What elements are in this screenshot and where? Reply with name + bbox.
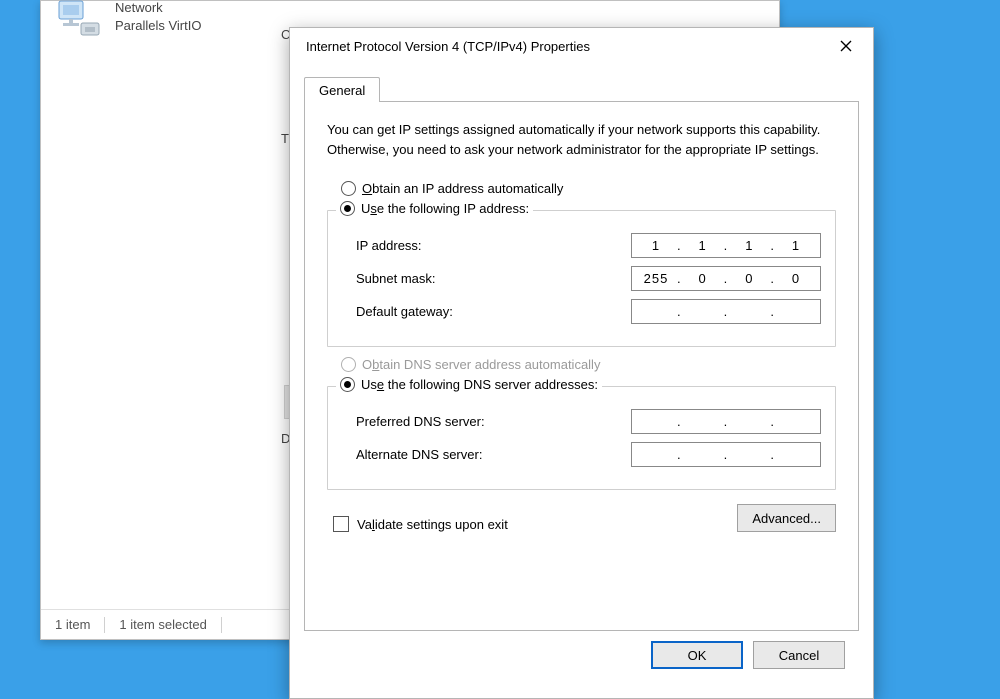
network-adapter-device: Parallels VirtIO xyxy=(115,17,201,35)
advanced-button[interactable]: Advanced... xyxy=(737,504,836,532)
ip-address-input[interactable]: 1. 1. 1. 1 xyxy=(631,233,821,258)
radio-icon xyxy=(340,201,355,216)
radio-obtain-dns-auto: Obtain DNS server address automatically xyxy=(327,357,836,372)
status-separator xyxy=(221,617,222,633)
field-preferred-dns: Preferred DNS server: . . . xyxy=(342,409,821,434)
field-default-gateway: Default gateway: . . . xyxy=(342,299,821,324)
subnet-mask-label: Subnet mask: xyxy=(356,271,436,286)
tab-strip: General xyxy=(304,72,859,102)
preferred-dns-label: Preferred DNS server: xyxy=(356,414,485,429)
preferred-dns-input[interactable]: . . . xyxy=(631,409,821,434)
radio-icon xyxy=(340,377,355,392)
ip-address-group: Use the following IP address: IP address… xyxy=(327,210,836,347)
checkbox-icon xyxy=(333,516,349,532)
status-item-count: 1 item xyxy=(55,617,90,632)
tab-general[interactable]: General xyxy=(304,77,380,102)
radio-label: Obtain DNS server address automatically xyxy=(362,357,600,372)
description-text: You can get IP settings assigned automat… xyxy=(327,120,836,159)
tcpip-properties-dialog: Internet Protocol Version 4 (TCP/IPv4) P… xyxy=(289,27,874,699)
alternate-dns-label: Alternate DNS server: xyxy=(356,447,482,462)
network-adapter-name: Network xyxy=(115,0,201,17)
ip-address-label: IP address: xyxy=(356,238,422,253)
alternate-dns-input[interactable]: . . . xyxy=(631,442,821,467)
status-selected-count: 1 item selected xyxy=(119,617,206,632)
network-adapter-label: Network Parallels VirtIO xyxy=(115,0,201,34)
dialog-footer: OK Cancel xyxy=(304,631,859,669)
default-gateway-input[interactable]: . . . xyxy=(631,299,821,324)
dns-server-group: Use the following DNS server addresses: … xyxy=(327,386,836,490)
close-button[interactable] xyxy=(829,33,863,59)
radio-use-following-dns[interactable]: Use the following DNS server addresses: xyxy=(336,377,602,392)
radio-label: Use the following DNS server addresses: xyxy=(361,377,598,392)
default-gateway-label: Default gateway: xyxy=(356,304,453,319)
radio-label: Obtain an IP address automatically xyxy=(362,181,563,196)
radio-icon xyxy=(341,357,356,372)
radio-icon xyxy=(341,181,356,196)
radio-obtain-ip-auto[interactable]: Obtain an IP address automatically xyxy=(327,181,836,196)
status-separator xyxy=(104,617,105,633)
radio-use-following-ip[interactable]: Use the following IP address: xyxy=(336,201,533,216)
field-ip-address: IP address: 1. 1. 1. 1 xyxy=(342,233,821,258)
dialog-title: Internet Protocol Version 4 (TCP/IPv4) P… xyxy=(306,39,590,54)
cancel-button[interactable]: Cancel xyxy=(753,641,845,669)
network-adapter-item[interactable]: Network Parallels VirtIO xyxy=(55,0,201,41)
field-subnet-mask: Subnet mask: 255. 0. 0. 0 xyxy=(342,266,821,291)
radio-label: Use the following IP address: xyxy=(361,201,529,216)
network-adapter-icon xyxy=(55,0,103,41)
ok-button[interactable]: OK xyxy=(651,641,743,669)
validate-settings-label: Validate settings upon exit xyxy=(357,517,508,532)
close-icon xyxy=(840,40,852,52)
dialog-titlebar: Internet Protocol Version 4 (TCP/IPv4) P… xyxy=(290,28,873,64)
validate-settings-checkbox[interactable]: Validate settings upon exit xyxy=(327,516,508,532)
field-alternate-dns: Alternate DNS server: . . . xyxy=(342,442,821,467)
tab-general-content: You can get IP settings assigned automat… xyxy=(304,101,859,631)
subnet-mask-input[interactable]: 255. 0. 0. 0 xyxy=(631,266,821,291)
